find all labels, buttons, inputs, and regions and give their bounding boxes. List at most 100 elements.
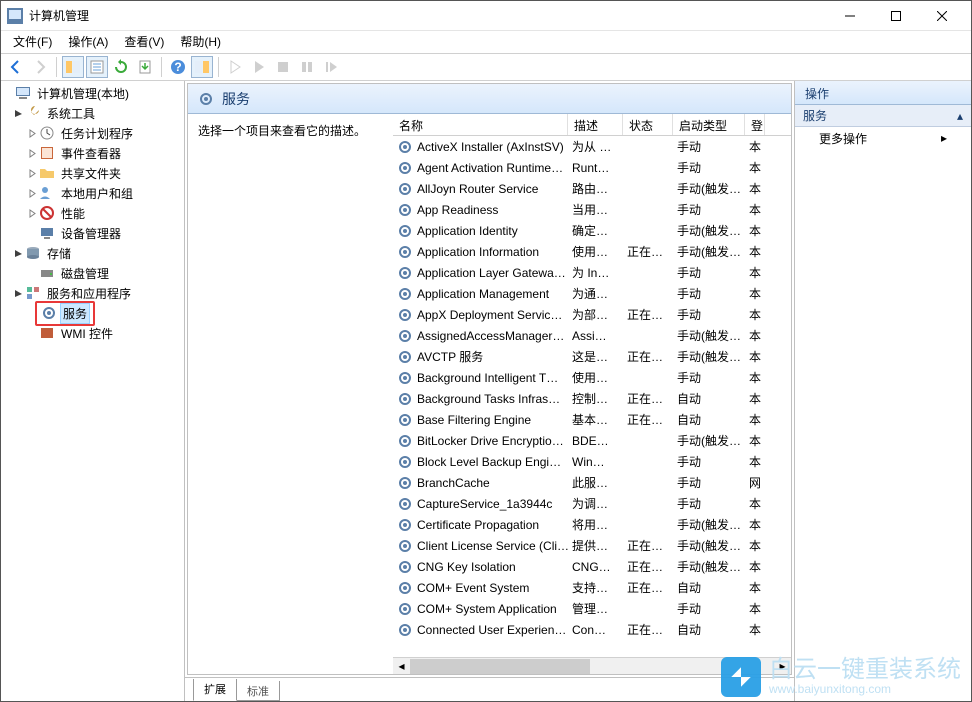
service-startup: 手动(触发… xyxy=(673,348,745,365)
tree-expand-icon[interactable] xyxy=(25,209,39,218)
gear-icon xyxy=(397,181,413,197)
show-tree-button[interactable] xyxy=(62,56,84,78)
stop-button[interactable] xyxy=(272,56,294,78)
service-row[interactable]: BranchCache此服…手动网 xyxy=(393,472,791,493)
maximize-button[interactable] xyxy=(873,1,919,31)
tree-collapse-icon[interactable] xyxy=(11,109,25,118)
tree-performance[interactable]: 性能 xyxy=(1,203,184,223)
service-row[interactable]: COM+ System Application管理…手动本 xyxy=(393,598,791,619)
tree-expand-icon[interactable] xyxy=(25,129,39,138)
watermark: 白云一键重装系统 www.baiyunxitong.com xyxy=(721,657,961,697)
gear-icon xyxy=(397,433,413,449)
tree-storage[interactable]: 存储 xyxy=(1,243,184,263)
collapse-icon[interactable]: ▴ xyxy=(957,109,963,123)
service-row[interactable]: Certificate Propagation将用…手动(触发…本 xyxy=(393,514,791,535)
service-row[interactable]: Connected User Experien…Con…正在…自动本 xyxy=(393,619,791,640)
service-row[interactable]: Background Intelligent T…使用…手动本 xyxy=(393,367,791,388)
tree-wmi[interactable]: WMI 控件 xyxy=(1,323,184,343)
tree-services[interactable]: 服务 xyxy=(1,303,184,323)
tree-collapse-icon[interactable] xyxy=(11,249,25,258)
service-row[interactable]: Application Identity确定…手动(触发…本 xyxy=(393,220,791,241)
menu-action[interactable]: 操作(A) xyxy=(60,32,116,52)
service-row[interactable]: ActiveX Installer (AxInstSV)为从 …手动本 xyxy=(393,136,791,157)
play-solid-button[interactable] xyxy=(248,56,270,78)
service-logon: 本 xyxy=(745,558,765,575)
service-desc: 将用… xyxy=(568,516,623,533)
tree-event-viewer[interactable]: 事件查看器 xyxy=(1,143,184,163)
tab-standard[interactable]: 标准 xyxy=(236,681,280,701)
service-startup: 自动 xyxy=(673,411,745,428)
service-row[interactable]: BitLocker Drive Encryptio…BDE…手动(触发…本 xyxy=(393,430,791,451)
tree-panel[interactable]: 计算机管理(本地) 系统工具 任务计划程序 事件查看器 共享文件夹 本地用户和组 xyxy=(1,81,185,701)
gear-icon xyxy=(198,91,214,107)
service-desc: Win… xyxy=(568,455,623,469)
tree-disk-management[interactable]: 磁盘管理 xyxy=(1,263,184,283)
nav-forward-button[interactable] xyxy=(29,56,51,78)
gear-icon xyxy=(397,391,413,407)
col-startup[interactable]: 启动类型 xyxy=(673,114,745,135)
tab-extended[interactable]: 扩展 xyxy=(193,679,237,701)
play-button[interactable] xyxy=(224,56,246,78)
service-row[interactable]: AssignedAccessManager…Assi…手动(触发…本 xyxy=(393,325,791,346)
tree-expand-icon[interactable] xyxy=(25,149,39,158)
service-logon: 本 xyxy=(745,621,765,638)
service-row[interactable]: Base Filtering Engine基本…正在…自动本 xyxy=(393,409,791,430)
apps-icon xyxy=(25,285,41,301)
minimize-button[interactable] xyxy=(827,1,873,31)
service-desc: BDE… xyxy=(568,434,623,448)
menu-view[interactable]: 查看(V) xyxy=(116,32,172,52)
services-list[interactable]: 名称 描述 状态 启动类型 登 ActiveX Installer (AxIns… xyxy=(393,114,791,674)
actions-section-services[interactable]: 服务 ▴ xyxy=(795,105,971,127)
service-name: Agent Activation Runtime… xyxy=(417,161,563,175)
col-name[interactable]: 名称 xyxy=(393,114,568,135)
service-row[interactable]: Agent Activation Runtime…Runt…手动本 xyxy=(393,157,791,178)
service-row[interactable]: Background Tasks Infras…控制…正在…自动本 xyxy=(393,388,791,409)
service-row[interactable]: App Readiness当用…手动本 xyxy=(393,199,791,220)
scroll-thumb[interactable] xyxy=(410,659,590,674)
nav-back-button[interactable] xyxy=(5,56,27,78)
action-more[interactable]: 更多操作 ▸ xyxy=(795,127,971,149)
service-row[interactable]: Application Information使用…正在…手动(触发…本 xyxy=(393,241,791,262)
service-row[interactable]: Application Layer Gatewa…为 In…手动本 xyxy=(393,262,791,283)
close-button[interactable] xyxy=(919,1,965,31)
tree-device-manager[interactable]: 设备管理器 xyxy=(1,223,184,243)
service-name: COM+ System Application xyxy=(417,602,557,616)
service-row[interactable]: CaptureService_1a3944c为调…手动本 xyxy=(393,493,791,514)
service-row[interactable]: AllJoyn Router Service路由…手动(触发…本 xyxy=(393,178,791,199)
service-row[interactable]: CNG Key IsolationCNG…正在…手动(触发…本 xyxy=(393,556,791,577)
gear-icon xyxy=(397,412,413,428)
properties-button[interactable] xyxy=(86,56,108,78)
gear-icon xyxy=(397,139,413,155)
tree-expand-icon[interactable] xyxy=(25,169,39,178)
refresh-button[interactable] xyxy=(110,56,132,78)
service-row[interactable]: Application Management为通…手动本 xyxy=(393,283,791,304)
menu-file[interactable]: 文件(F) xyxy=(5,32,60,52)
service-name: Block Level Backup Engi… xyxy=(417,455,561,469)
tree-shared-folders[interactable]: 共享文件夹 xyxy=(1,163,184,183)
pause-button[interactable] xyxy=(296,56,318,78)
service-row[interactable]: AppX Deployment Servic…为部…正在…手动本 xyxy=(393,304,791,325)
help-button[interactable]: ? xyxy=(167,56,189,78)
menu-help[interactable]: 帮助(H) xyxy=(172,32,229,52)
restart-button[interactable] xyxy=(320,56,342,78)
column-headers[interactable]: 名称 描述 状态 启动类型 登 xyxy=(393,114,791,136)
tree-local-users[interactable]: 本地用户和组 xyxy=(1,183,184,203)
col-status[interactable]: 状态 xyxy=(623,114,673,135)
tree-task-scheduler[interactable]: 任务计划程序 xyxy=(1,123,184,143)
export-button[interactable] xyxy=(134,56,156,78)
col-desc[interactable]: 描述 xyxy=(568,114,623,135)
tree-expand-icon[interactable] xyxy=(25,189,39,198)
show-actions-button[interactable] xyxy=(191,56,213,78)
service-row[interactable]: COM+ Event System支持…正在…自动本 xyxy=(393,577,791,598)
scroll-left-icon[interactable]: ◂ xyxy=(393,658,410,675)
col-logon[interactable]: 登 xyxy=(745,114,765,135)
service-startup: 手动(触发… xyxy=(673,222,745,239)
tree-system-tools[interactable]: 系统工具 xyxy=(1,103,184,123)
service-startup: 手动 xyxy=(673,159,745,176)
content-area: 计算机管理(本地) 系统工具 任务计划程序 事件查看器 共享文件夹 本地用户和组 xyxy=(1,81,971,701)
service-row[interactable]: Client License Service (Cli…提供…正在…手动(触发…… xyxy=(393,535,791,556)
service-row[interactable]: Block Level Backup Engi…Win…手动本 xyxy=(393,451,791,472)
service-row[interactable]: AVCTP 服务这是…正在…手动(触发…本 xyxy=(393,346,791,367)
tree-collapse-icon[interactable] xyxy=(11,289,25,298)
tree-root[interactable]: 计算机管理(本地) xyxy=(1,83,184,103)
